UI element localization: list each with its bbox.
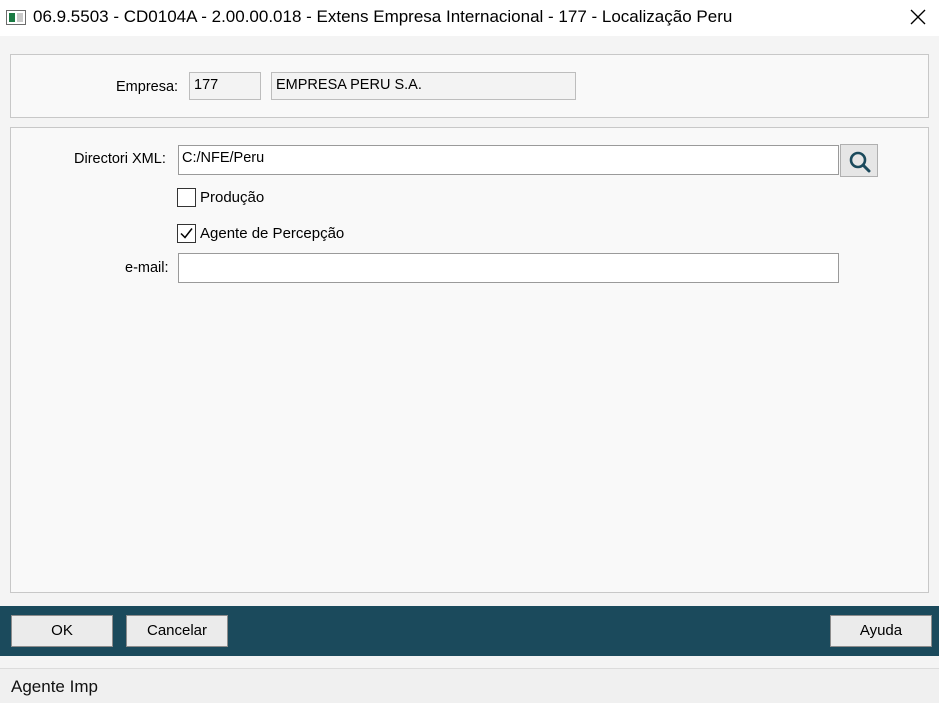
ok-button[interactable]: OK: [11, 615, 113, 647]
perception-agent-checkbox-label: Agente de Percepção: [200, 225, 345, 242]
close-button[interactable]: [897, 0, 939, 34]
company-code-field: 177: [189, 72, 261, 100]
perception-agent-checkbox-box[interactable]: [177, 224, 196, 243]
email-label: e-mail:: [125, 260, 169, 276]
production-checkbox-box[interactable]: [177, 188, 196, 207]
button-bar: OK Cancelar Ayuda: [0, 606, 939, 656]
production-checkbox-label: Produção: [200, 189, 265, 206]
perception-agent-checkbox[interactable]: Agente de Percepção: [177, 223, 367, 245]
status-bar: Agente Imp: [0, 668, 939, 703]
close-icon: [910, 9, 926, 25]
email-input[interactable]: [178, 253, 839, 283]
status-text: Agente Imp: [11, 677, 98, 696]
app-icon: [6, 10, 26, 25]
company-name-field: EMPRESA PERU S.A.: [271, 72, 576, 100]
browse-directory-button[interactable]: [840, 144, 878, 177]
production-checkbox[interactable]: Produção: [177, 187, 287, 209]
cancel-button[interactable]: Cancelar: [126, 615, 228, 647]
settings-panel: [10, 127, 929, 593]
search-icon: [849, 151, 871, 173]
help-button[interactable]: Ayuda: [830, 615, 932, 647]
title-bar: 06.9.5503 - CD0104A - 2.00.00.018 - Exte…: [0, 0, 939, 36]
xml-directory-input[interactable]: C:/NFE/Peru: [178, 145, 839, 175]
checkmark-icon: [180, 228, 193, 239]
xml-directory-label: Directori XML:: [74, 151, 166, 167]
company-label: Empresa:: [116, 79, 179, 95]
dialog-window: 06.9.5503 - CD0104A - 2.00.00.018 - Exte…: [0, 0, 939, 703]
window-title: 06.9.5503 - CD0104A - 2.00.00.018 - Exte…: [33, 7, 733, 26]
